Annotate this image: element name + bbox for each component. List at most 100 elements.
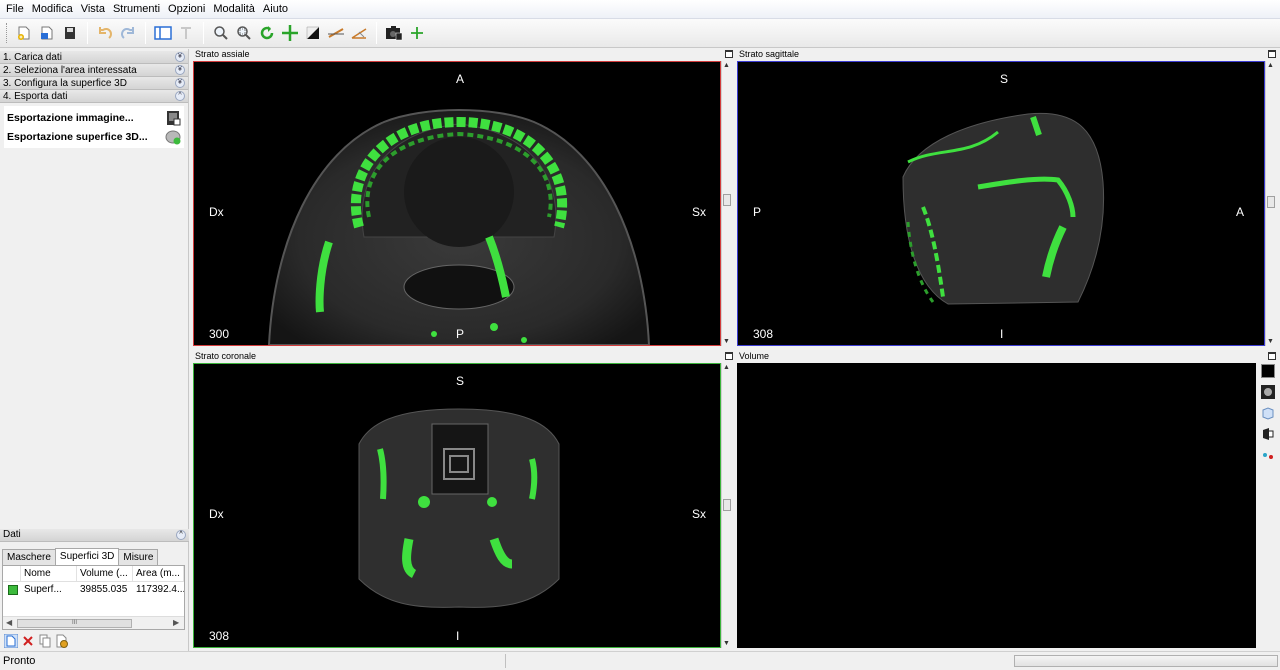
step-label: 2. Seleziona l'area interessata bbox=[3, 64, 137, 76]
surface-properties-icon[interactable] bbox=[55, 634, 69, 648]
volume-view[interactable] bbox=[737, 363, 1256, 648]
step-seleziona-area[interactable]: 2. Seleziona l'area interessata ¥ bbox=[0, 64, 188, 77]
text-tool-icon[interactable] bbox=[175, 22, 197, 44]
cell-volume: 39855.035 bbox=[80, 584, 128, 595]
column-header-visibility[interactable] bbox=[3, 566, 21, 581]
table-row[interactable]: Superf... 39855.035 117392.4... bbox=[3, 582, 184, 599]
maximize-icon[interactable] bbox=[725, 50, 733, 58]
step-esporta-dati[interactable]: 4. Esporta dati ^ bbox=[0, 90, 188, 103]
duplicate-surface-icon[interactable] bbox=[38, 634, 52, 648]
menu-file[interactable]: File bbox=[2, 3, 28, 15]
toolbar bbox=[0, 19, 1280, 48]
scroll-up-icon[interactable]: ▲ bbox=[723, 62, 730, 69]
tab-misure[interactable]: Misure bbox=[118, 549, 159, 565]
background-color-icon[interactable] bbox=[1261, 364, 1275, 378]
rotate-icon[interactable] bbox=[256, 22, 278, 44]
pan-icon[interactable] bbox=[279, 22, 301, 44]
sagittal-slice-scrollbar[interactable]: ▲ ▼ bbox=[1265, 61, 1275, 346]
menu-strumenti[interactable]: Strumenti bbox=[109, 3, 164, 15]
coronal-slice-scrollbar[interactable]: ▲ ▼ bbox=[721, 363, 731, 648]
add-icon[interactable] bbox=[406, 22, 428, 44]
tab-maschere[interactable]: Maschere bbox=[2, 549, 56, 565]
scroll-left-icon[interactable]: ◀ bbox=[6, 618, 12, 627]
screenshot-icon[interactable] bbox=[383, 22, 405, 44]
menu-opzioni[interactable]: Opzioni bbox=[164, 3, 209, 15]
save-icon[interactable] bbox=[59, 22, 81, 44]
menu-vista[interactable]: Vista bbox=[77, 3, 109, 15]
status-text: Pronto bbox=[3, 655, 36, 667]
toolbar-separator bbox=[203, 22, 204, 44]
chevron-down-icon[interactable]: ¥ bbox=[175, 52, 185, 62]
scroll-up-icon[interactable]: ▲ bbox=[1267, 62, 1274, 69]
sagittal-view[interactable]: S P A I 308 bbox=[737, 61, 1265, 346]
menu-modalita[interactable]: Modalità bbox=[209, 3, 259, 15]
axial-view[interactable]: A Dx Sx P 300 bbox=[193, 61, 721, 346]
scrollbar-thumb[interactable] bbox=[723, 194, 731, 206]
export-options: Esportazione immagine... Esportazione su… bbox=[4, 106, 184, 148]
volume-view-title: Volume bbox=[737, 350, 1277, 362]
tab-superfici-3d[interactable]: Superfici 3D bbox=[54, 548, 120, 565]
chevron-down-icon[interactable]: ¥ bbox=[175, 65, 185, 75]
layout-icon[interactable] bbox=[152, 22, 174, 44]
maximize-icon[interactable] bbox=[725, 352, 733, 360]
axial-slice-image bbox=[267, 109, 651, 345]
axial-slice-scrollbar[interactable]: ▲ ▼ bbox=[721, 61, 731, 346]
export-surface-button[interactable]: Esportazione superfice 3D... bbox=[7, 127, 181, 146]
coronal-orient-left: Dx bbox=[209, 507, 224, 521]
table-horizontal-scrollbar[interactable]: ◀ III ▶ bbox=[3, 616, 184, 629]
coronal-view[interactable]: S Dx Sx I 308 bbox=[193, 363, 721, 648]
chevron-up-icon[interactable]: ^ bbox=[176, 530, 186, 540]
new-surface-icon[interactable] bbox=[4, 634, 18, 648]
scrollbar-thumb[interactable]: III bbox=[17, 619, 132, 628]
step-label: 1. Carica dati bbox=[3, 51, 62, 63]
scroll-down-icon[interactable]: ▼ bbox=[723, 338, 730, 345]
contrast-icon[interactable] bbox=[302, 22, 324, 44]
volume-tools bbox=[1258, 364, 1278, 462]
menu-aiuto[interactable]: Aiuto bbox=[259, 3, 292, 15]
view-cube-icon[interactable] bbox=[1261, 406, 1275, 420]
sagittal-orient-left: P bbox=[753, 205, 762, 219]
maximize-icon[interactable] bbox=[1268, 50, 1276, 58]
scroll-down-icon[interactable]: ▼ bbox=[1267, 338, 1274, 345]
volume-render-icon[interactable] bbox=[1261, 385, 1275, 399]
export-image-label: Esportazione immagine... bbox=[7, 111, 134, 124]
dati-header[interactable]: Dati ^ bbox=[0, 529, 189, 542]
redo-icon[interactable] bbox=[117, 22, 139, 44]
export-image-button[interactable]: Esportazione immagine... bbox=[7, 108, 181, 127]
column-header-nome[interactable]: Nome bbox=[21, 566, 77, 581]
step-configura-superfice[interactable]: 3. Configura la superfice 3D ¥ bbox=[0, 77, 188, 90]
column-header-volume[interactable]: Volume (... bbox=[77, 566, 133, 581]
column-header-area[interactable]: Area (m... bbox=[133, 566, 184, 581]
scrollbar-thumb[interactable] bbox=[723, 499, 731, 511]
scroll-right-icon[interactable]: ▶ bbox=[173, 618, 179, 627]
coronal-orient-bottom: I bbox=[456, 629, 460, 643]
delete-surface-icon[interactable] bbox=[21, 634, 35, 648]
workflow-panel: 1. Carica dati ¥ 2. Seleziona l'area int… bbox=[0, 49, 189, 651]
toolbar-separator bbox=[145, 22, 146, 44]
menu-modifica[interactable]: Modifica bbox=[28, 3, 77, 15]
chevron-up-icon[interactable]: ^ bbox=[175, 91, 185, 101]
axial-orient-bottom: P bbox=[456, 327, 465, 341]
status-separator bbox=[505, 654, 506, 668]
zoom-icon[interactable] bbox=[210, 22, 232, 44]
measure-angle-icon[interactable] bbox=[348, 22, 370, 44]
stereo-icon[interactable] bbox=[1261, 448, 1275, 462]
cell-name: Superf... bbox=[24, 584, 62, 595]
measure-distance-icon[interactable] bbox=[325, 22, 347, 44]
scroll-down-icon[interactable]: ▼ bbox=[723, 640, 730, 647]
sagittal-orient-top: S bbox=[1000, 72, 1009, 86]
step-carica-dati[interactable]: 1. Carica dati ¥ bbox=[0, 51, 188, 64]
surface-color-swatch[interactable] bbox=[3, 582, 21, 599]
zoom-region-icon[interactable] bbox=[233, 22, 255, 44]
scrollbar-thumb[interactable] bbox=[1267, 196, 1275, 208]
camera-position-icon[interactable] bbox=[1261, 427, 1275, 441]
open-file-icon[interactable] bbox=[13, 22, 35, 44]
scroll-up-icon[interactable]: ▲ bbox=[723, 364, 730, 371]
chevron-down-icon[interactable]: ¥ bbox=[175, 78, 185, 88]
export-image-icon bbox=[167, 110, 181, 125]
dati-title: Dati bbox=[3, 529, 21, 540]
toolbar-grip[interactable] bbox=[6, 23, 9, 43]
undo-icon[interactable] bbox=[94, 22, 116, 44]
import-dicom-icon[interactable] bbox=[36, 22, 58, 44]
maximize-icon[interactable] bbox=[1268, 352, 1276, 360]
